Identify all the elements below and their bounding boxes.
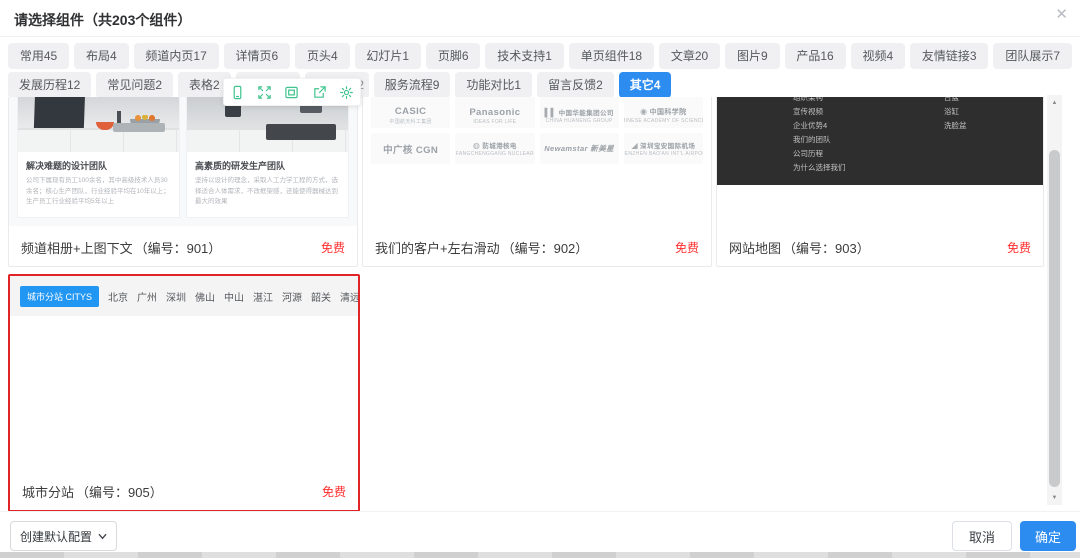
nuclear-logo-icon: ◍ [473,141,480,150]
cas-logo-icon: ◉ [640,107,647,116]
preview-body: 公司下属现有员工100余名，其中高级技术人员30余名；核心生产团队，行业经验平均… [26,176,171,208]
preview-toolbar [223,78,361,106]
tab-history[interactable]: 发展历程12 [8,72,91,98]
client-logo: ◢深圳宝安国际机场 SHENZHEN BAO'AN INT'L AIRPORT [624,133,703,164]
city-link: 深圳 [166,289,186,304]
card-905-title: 城市分站（编号：905） [22,482,163,501]
confirm-button[interactable]: 确定 [1020,521,1076,551]
city-link: 湛江 [253,289,273,304]
city-link: 中山 [224,289,244,304]
client-logo: Newamstar 新美星 [540,133,619,164]
tab-page-header[interactable]: 页头4 [295,43,349,69]
sitemap-column-2: 台盆 浴缸 洗脸盆 [944,97,967,133]
city-link: 河源 [282,289,302,304]
preview-tile-left: 解决难题的设计团队 公司下属现有员工100余名，其中高级技术人员30余名；核心生… [17,97,180,218]
card-905-preview: 城市分站 CITYS 北京 广州 深圳 佛山 中山 湛江 河源 韶关 清远 [10,276,358,316]
default-config-dropdown[interactable]: 创建默认配置 [10,521,117,551]
tab-common[interactable]: 常用45 [8,43,69,69]
free-badge: 免费 [322,483,346,500]
modal-header: 请选择组件（共203个组件） ✕ [0,0,1080,37]
preview-body: 坚持以设计的理念，采取人工力学工程的方式，选择适合人体需求，不改框架感，还能使得… [195,176,340,208]
tab-tech-support[interactable]: 技术支持1 [485,43,563,69]
huaneng-logo-icon: ▌▌ [544,108,556,117]
tab-product[interactable]: 产品16 [785,43,846,69]
city-link: 北京 [108,289,128,304]
modal-title: 请选择组件（共203个组件） [14,10,191,30]
card-901-title: 频道相册+上图下文（编号：901） [21,238,221,257]
city-link: 清远 [340,289,358,304]
tab-layout[interactable]: 布局4 [74,43,128,69]
component-card-902[interactable]: CASIC 中国航天科工集团 Panasonic ideas for life … [362,97,712,267]
scroll-up-arrow-icon[interactable]: ▲ [1047,95,1062,110]
tab-detail-page[interactable]: 详情页6 [224,43,290,69]
tab-page-footer[interactable]: 页脚6 [426,43,480,69]
tab-article[interactable]: 文章20 [659,43,720,69]
preview-tile-right: 高素质的研发生产团队 坚持以设计的理念，采取人工力学工程的方式，选择适合人体需求… [186,97,349,218]
component-card-903[interactable]: 组织架构 宣传视频 企业优势4 我们的团队 公司历程 为什么选择我们 台盆 浴缸… [716,97,1044,267]
sitemap-column-1: 组织架构 宣传视频 企业优势4 我们的团队 公司历程 为什么选择我们 [793,97,846,175]
card-902-preview: CASIC 中国航天科工集团 Panasonic ideas for life … [363,97,711,164]
fullscreen-icon[interactable] [257,85,272,100]
card-903-preview: 组织架构 宣传视频 企业优势4 我们的团队 公司历程 为什么选择我们 台盆 浴缸… [717,97,1043,185]
kitchen-photo-left [18,97,179,152]
client-logo: ◍防城港核电 FANGCHENGGANG NUCLEAR [455,133,534,164]
tab-channel-page[interactable]: 频道内页17 [134,43,219,69]
component-card-905-selected[interactable]: 城市分站 CITYS 北京 广州 深圳 佛山 中山 湛江 河源 韶关 清远 城市… [8,274,360,512]
city-link: 佛山 [195,289,215,304]
tab-friend-links[interactable]: 友情链接3 [910,43,988,69]
card-903-title: 网站地图（编号：903） [729,238,870,257]
dropdown-label: 创建默认配置 [20,528,92,545]
client-logo: Panasonic ideas for life [455,97,534,128]
tab-video[interactable]: 视频4 [851,43,905,69]
tab-feature-compare[interactable]: 功能对比1 [455,72,532,98]
close-icon[interactable]: ✕ [1055,7,1068,22]
city-link: 广州 [137,289,157,304]
client-logo: CASIC 中国航天科工集团 [371,97,450,128]
chevron-down-icon [98,532,107,541]
tab-faq[interactable]: 常见问题2 [96,72,173,98]
card-901-preview: 解决难题的设计团队 公司下属现有员工100余名，其中高级技术人员30余名；核心生… [9,97,357,226]
tab-team[interactable]: 团队展示7 [993,43,1071,69]
client-logo: ▌▌中国华能集团公司 CHINA HUANENG GROUP [540,97,619,128]
tab-slideshow[interactable]: 幻灯片1 [355,43,421,69]
export-icon[interactable] [312,85,327,100]
free-badge: 免费 [321,239,345,256]
preview-heading: 解决难题的设计团队 [26,159,171,172]
mobile-preview-icon[interactable] [230,85,245,100]
gear-icon[interactable] [339,85,354,100]
client-logo: ◉中国科学院 CHINESE ACADEMY OF SCIENCES [624,97,703,128]
modal-footer-bar [0,511,1080,553]
city-site-badge: 城市分站 CITYS [20,286,99,307]
scroll-down-arrow-icon[interactable]: ▼ [1047,490,1062,505]
vertical-scrollbar[interactable]: ▲ ▼ [1047,95,1062,505]
tab-other-active[interactable]: 其它4 [619,72,672,98]
airport-logo-icon: ◢ [631,141,638,150]
tab-feedback[interactable]: 留言反馈2 [537,72,614,98]
city-link: 韶关 [311,289,331,304]
tab-service-flow[interactable]: 服务流程9 [374,72,451,98]
client-logo: 中广核 CGN [371,133,450,164]
tab-image[interactable]: 图片9 [725,43,779,69]
free-badge: 免费 [1007,239,1031,256]
component-card-901[interactable]: 解决难题的设计团队 公司下属现有员工100余名，其中高级技术人员30余名；核心生… [8,97,358,267]
card-902-title: 我们的客户+左右滑动（编号：902） [375,238,588,257]
screen-preview-icon[interactable] [284,85,299,100]
preview-heading: 高素质的研发生产团队 [195,159,340,172]
free-badge: 免费 [675,239,699,256]
tab-single-page[interactable]: 单页组件18 [569,43,654,69]
scrollbar-thumb[interactable] [1049,150,1060,487]
page-background-strip [0,552,1080,558]
tab-row-1: 常用45 布局4 频道内页17 详情页6 页头4 幻灯片1 页脚6 技术支持1 … [8,43,1072,69]
cancel-button[interactable]: 取消 [952,521,1012,551]
